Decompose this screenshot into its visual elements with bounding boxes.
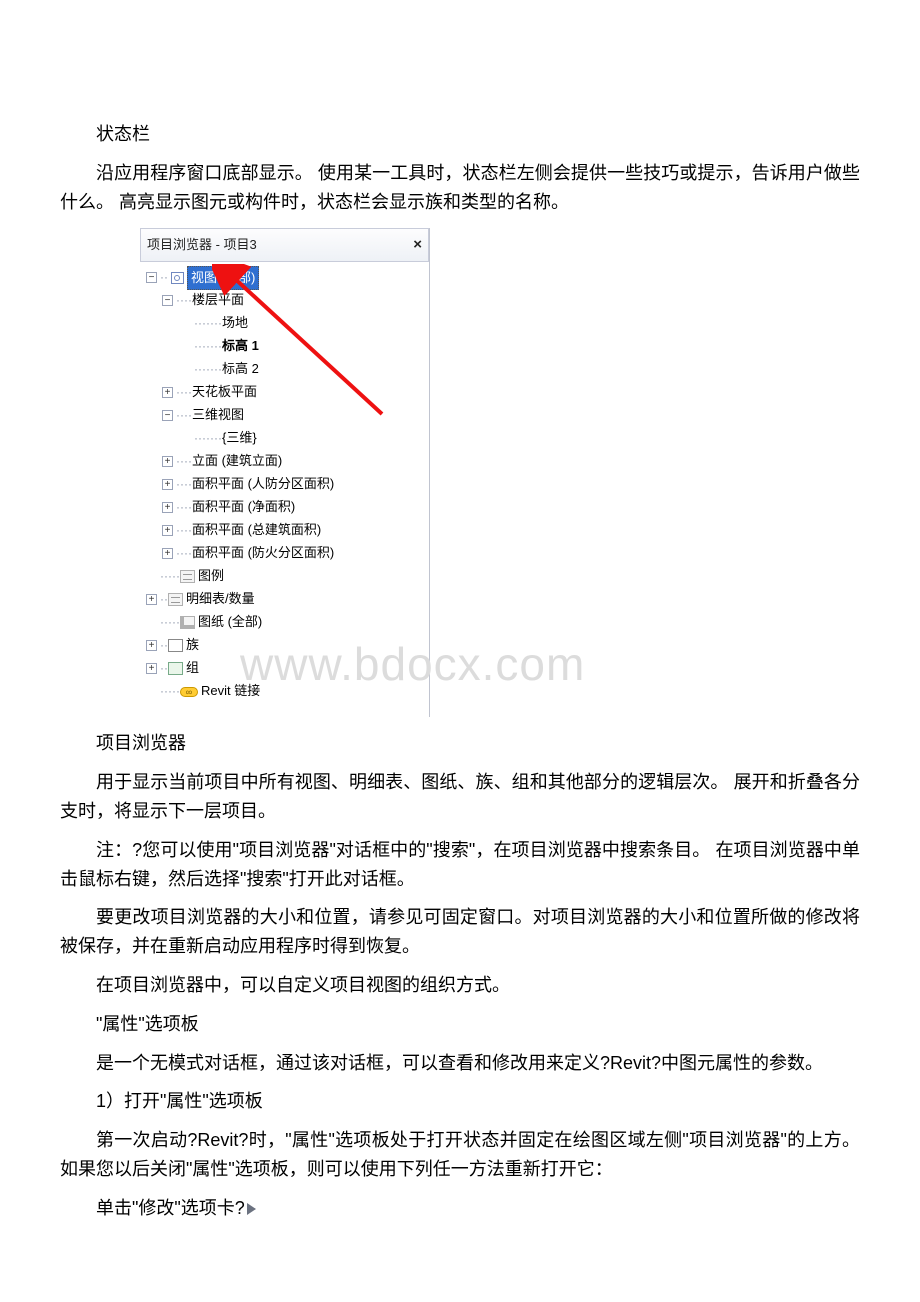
paragraph-click-modify: 单击"修改"选项卡? <box>60 1194 860 1223</box>
panel-title-text: 项目浏览器 - 项目3 <box>147 235 257 256</box>
paragraph-open-properties: 1）打开"属性"选项板 <box>60 1087 860 1116</box>
tree-label-views-highlighted: 视图 (全部) <box>187 266 259 291</box>
tree-label: 标高 2 <box>222 359 259 380</box>
tree-schedules[interactable]: + ·· 明细表/数量 <box>146 588 425 611</box>
expander-icon[interactable]: + <box>162 525 173 536</box>
tree-level-1[interactable]: ······· 标高 1 <box>146 335 425 358</box>
expander-icon[interactable]: + <box>162 456 173 467</box>
legend-icon <box>180 570 195 583</box>
tree-label: 天花板平面 <box>192 382 257 403</box>
expander-icon[interactable]: + <box>146 663 157 674</box>
project-tree[interactable]: − ·· 视图 (全部) − ···· 楼层平面 ······· 场地 ····… <box>140 262 429 707</box>
chevron-right-icon <box>247 1203 256 1215</box>
tree-label: 面积平面 (净面积) <box>192 497 295 518</box>
paragraph-project-browser-title: 项目浏览器 <box>60 729 860 758</box>
expander-icon[interactable]: + <box>162 387 173 398</box>
paragraph-properties-desc: 是一个无模式对话框，通过该对话框，可以查看和修改用来定义?Revit?中图元属性… <box>60 1049 860 1078</box>
tree-area-plan-2[interactable]: + ···· 面积平面 (净面积) <box>146 496 425 519</box>
tree-revit-links[interactable]: ····· ∞ Revit 链接 <box>146 680 425 703</box>
tree-label: 场地 <box>222 313 248 334</box>
family-icon <box>168 639 183 652</box>
tree-floor-plans[interactable]: − ···· 楼层平面 <box>146 289 425 312</box>
project-browser-panel: 项目浏览器 - 项目3 × − ·· 视图 (全部) − ···· 楼层平面 ·… <box>140 228 430 717</box>
expander-icon[interactable]: − <box>162 295 173 306</box>
paragraph-first-start: 第一次启动?Revit?时，"属性"选项板处于打开状态并固定在绘图区域左侧"项目… <box>60 1126 860 1184</box>
tree-area-plan-4[interactable]: + ···· 面积平面 (防火分区面积) <box>146 542 425 565</box>
tree-site[interactable]: ······· 场地 <box>146 312 425 335</box>
panel-title-bar: 项目浏览器 - 项目3 × <box>140 228 429 262</box>
tree-elevations[interactable]: + ···· 立面 (建筑立面) <box>146 450 425 473</box>
paragraph-project-browser-desc: 用于显示当前项目中所有视图、明细表、图纸、族、组和其他部分的逻辑层次。 展开和折… <box>60 768 860 826</box>
tree-ceiling-plans[interactable]: + ···· 天花板平面 <box>146 381 425 404</box>
tree-families[interactable]: + ·· 族 <box>146 634 425 657</box>
expander-icon[interactable]: + <box>162 479 173 490</box>
document-page: 状态栏 沿应用程序窗口底部显示。 使用某一工具时，状态栏左侧会提供一些技巧或提示… <box>0 0 920 1273</box>
tree-area-plan-3[interactable]: + ···· 面积平面 (总建筑面积) <box>146 519 425 542</box>
tree-label: 面积平面 (防火分区面积) <box>192 543 334 564</box>
paragraph-resize-info: 要更改项目浏览器的大小和位置，请参见可固定窗口。对项目浏览器的大小和位置所做的修… <box>60 903 860 961</box>
tree-label: 面积平面 (人防分区面积) <box>192 474 334 495</box>
tree-label: Revit 链接 <box>201 681 260 702</box>
tree-3d-views[interactable]: − ···· 三维视图 <box>146 404 425 427</box>
tree-legends[interactable]: ····· 图例 <box>146 565 425 588</box>
tree-label: 族 <box>186 635 199 656</box>
tree-label: 三维视图 <box>192 405 244 426</box>
views-icon <box>171 272 184 284</box>
tree-label: 标高 1 <box>222 336 259 357</box>
expander-icon[interactable]: − <box>146 272 157 283</box>
sheets-icon <box>180 616 195 629</box>
paragraph-status-bar-desc: 沿应用程序窗口底部显示。 使用某一工具时，状态栏左侧会提供一些技巧或提示，告诉用… <box>60 159 860 217</box>
paragraph-custom-views: 在项目浏览器中，可以自定义项目视图的组织方式。 <box>60 971 860 1000</box>
paragraph-note-search: 注：?您可以使用"项目浏览器"对话框中的"搜索"，在项目浏览器中搜索条目。 在项… <box>60 836 860 894</box>
tree-3d-default[interactable]: ······· {三维} <box>146 427 425 450</box>
tree-area-plan-1[interactable]: + ···· 面积平面 (人防分区面积) <box>146 473 425 496</box>
tree-root-views[interactable]: − ·· 视图 (全部) <box>146 266 425 289</box>
link-icon: ∞ <box>180 687 198 697</box>
group-icon <box>168 662 183 675</box>
expander-icon[interactable]: + <box>162 548 173 559</box>
expander-icon[interactable]: + <box>162 502 173 513</box>
tree-label: 立面 (建筑立面) <box>192 451 282 472</box>
tree-level-2[interactable]: ······· 标高 2 <box>146 358 425 381</box>
paragraph-properties-title: "属性"选项板 <box>60 1010 860 1039</box>
expander-icon[interactable]: + <box>146 640 157 651</box>
tree-groups[interactable]: + ·· 组 <box>146 657 425 680</box>
panel-close-button[interactable]: × <box>413 233 422 257</box>
expander-icon[interactable]: + <box>146 594 157 605</box>
tree-label: 明细表/数量 <box>186 589 255 610</box>
tree-sheets[interactable]: ····· 图纸 (全部) <box>146 611 425 634</box>
tree-label: 楼层平面 <box>192 290 244 311</box>
tree-label: 组 <box>186 658 199 679</box>
expander-icon[interactable]: − <box>162 410 173 421</box>
tree-label: {三维} <box>222 428 257 449</box>
schedule-icon <box>168 593 183 606</box>
tree-label: 面积平面 (总建筑面积) <box>192 520 321 541</box>
paragraph-status-bar-title: 状态栏 <box>60 120 860 149</box>
tree-label: 图纸 (全部) <box>198 612 262 633</box>
tree-label: 图例 <box>198 566 224 587</box>
